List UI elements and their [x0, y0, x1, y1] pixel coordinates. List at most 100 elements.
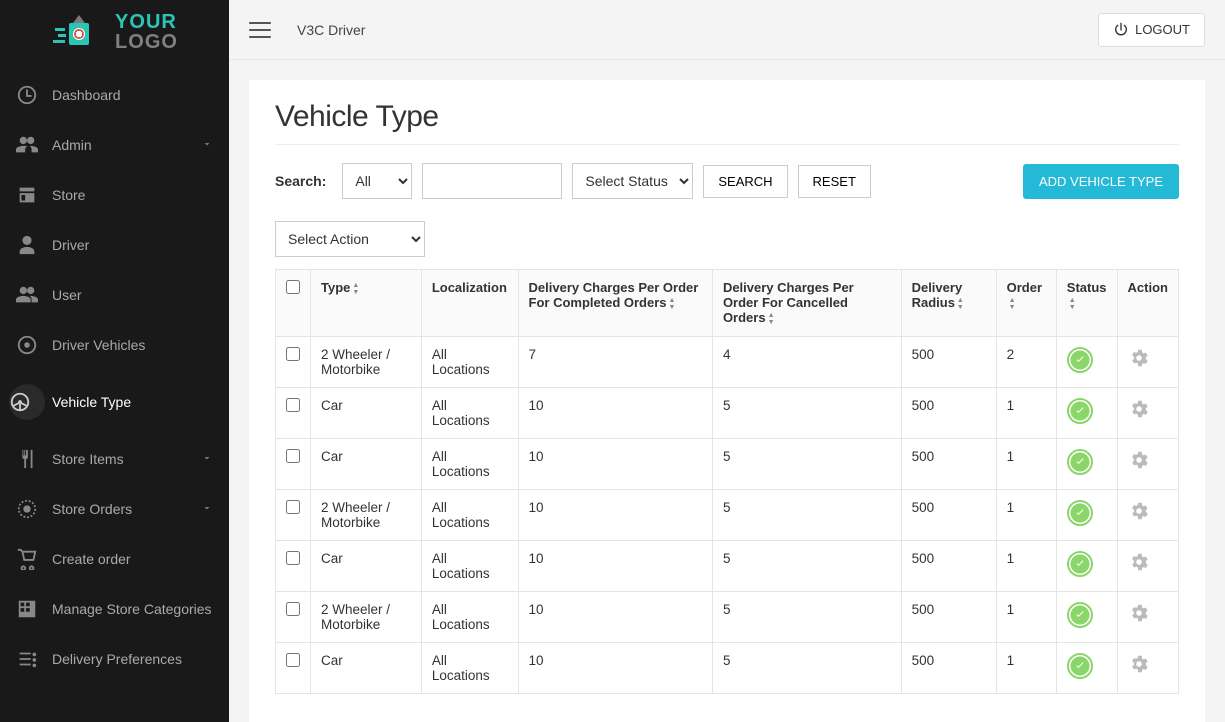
- power-icon: [1113, 22, 1129, 38]
- cell-radius: 500: [901, 489, 996, 540]
- sort-icon: [1069, 297, 1076, 311]
- sidebar-item-label: Store: [52, 187, 85, 203]
- filter-field-select[interactable]: All: [342, 163, 412, 199]
- cell-cancelled: 5: [712, 591, 901, 642]
- cell-radius: 500: [901, 387, 996, 438]
- status-active-icon[interactable]: [1067, 500, 1093, 526]
- th-completed[interactable]: Delivery Charges Per Order For Completed…: [518, 270, 712, 337]
- chevron-down-icon: [201, 137, 213, 153]
- cell-radius: 500: [901, 591, 996, 642]
- row-checkbox[interactable]: [286, 398, 300, 412]
- cell-action: [1117, 591, 1178, 642]
- cell-completed: 10: [518, 489, 712, 540]
- sort-icon: [669, 297, 676, 311]
- cell-status: [1056, 540, 1117, 591]
- preferences-icon: [16, 648, 38, 670]
- table-row: 2 Wheeler / Motorbike All Locations 10 5…: [276, 489, 1179, 540]
- gear-icon[interactable]: [1128, 347, 1150, 369]
- table-row: 2 Wheeler / Motorbike All Locations 10 5…: [276, 591, 1179, 642]
- admin-icon: [16, 134, 38, 156]
- status-active-icon[interactable]: [1067, 347, 1093, 373]
- cell-action: [1117, 336, 1178, 387]
- row-checkbox[interactable]: [286, 449, 300, 463]
- status-active-icon[interactable]: [1067, 551, 1093, 577]
- row-checkbox[interactable]: [286, 347, 300, 361]
- cell-status: [1056, 438, 1117, 489]
- sidebar-item-dashboard[interactable]: Dashboard: [0, 70, 229, 120]
- cell-completed: 10: [518, 540, 712, 591]
- cell-completed: 10: [518, 591, 712, 642]
- cell-order: 1: [996, 591, 1056, 642]
- gear-icon[interactable]: [1128, 551, 1150, 573]
- logout-label: LOGOUT: [1135, 22, 1190, 37]
- cell-type: 2 Wheeler / Motorbike: [311, 591, 422, 642]
- driver-icon: [16, 234, 38, 256]
- sidebar-item-manage-categories[interactable]: Manage Store Categories: [0, 584, 229, 634]
- select-all-checkbox[interactable]: [286, 280, 300, 294]
- filter-row: Search: All Select Status SEARCH RESET A…: [275, 163, 1179, 199]
- cell-order: 1: [996, 540, 1056, 591]
- search-label: Search:: [275, 173, 326, 189]
- th-radius[interactable]: Delivery Radius: [901, 270, 996, 337]
- menu-toggle-icon[interactable]: [249, 22, 271, 38]
- sidebar-item-store[interactable]: Store: [0, 170, 229, 220]
- sidebar-item-admin[interactable]: Admin: [0, 120, 229, 170]
- page-title: Vehicle Type: [275, 100, 1179, 134]
- cell-cancelled: 5: [712, 642, 901, 693]
- sidebar-item-label: Store Orders: [52, 501, 132, 517]
- sidebar-item-store-items[interactable]: Store Items: [0, 434, 229, 484]
- cell-order: 2: [996, 336, 1056, 387]
- store-icon: [16, 184, 38, 206]
- search-button[interactable]: SEARCH: [703, 165, 787, 198]
- filter-status-select[interactable]: Select Status: [572, 163, 693, 199]
- sidebar-item-label: Admin: [52, 137, 92, 153]
- reset-button[interactable]: RESET: [798, 165, 871, 198]
- row-checkbox[interactable]: [286, 551, 300, 565]
- cell-status: [1056, 489, 1117, 540]
- cell-completed: 10: [518, 642, 712, 693]
- logo: YOUR LOGO: [0, 0, 229, 70]
- sidebar-item-driver-vehicles[interactable]: Driver Vehicles: [0, 320, 229, 370]
- content: Vehicle Type Search: All Select Status S…: [249, 80, 1205, 722]
- breadcrumb: V3C Driver: [297, 22, 365, 38]
- status-active-icon[interactable]: [1067, 398, 1093, 424]
- categories-icon: [16, 598, 38, 620]
- row-checkbox[interactable]: [286, 602, 300, 616]
- bulk-action-select[interactable]: Select Action: [275, 221, 425, 257]
- th-cancelled[interactable]: Delivery Charges Per Order For Cancelled…: [712, 270, 901, 337]
- row-checkbox[interactable]: [286, 653, 300, 667]
- sidebar-item-label: Driver Vehicles: [52, 337, 145, 353]
- row-checkbox[interactable]: [286, 500, 300, 514]
- cell-radius: 500: [901, 336, 996, 387]
- sidebar-item-driver[interactable]: Driver: [0, 220, 229, 270]
- cell-order: 1: [996, 489, 1056, 540]
- status-active-icon[interactable]: [1067, 449, 1093, 475]
- cell-cancelled: 5: [712, 489, 901, 540]
- gear-icon[interactable]: [1128, 500, 1150, 522]
- sidebar-item-delivery-preferences[interactable]: Delivery Preferences: [0, 634, 229, 684]
- add-vehicle-type-button[interactable]: ADD VEHICLE TYPE: [1023, 164, 1179, 199]
- gear-icon[interactable]: [1128, 602, 1150, 624]
- gear-icon[interactable]: [1128, 653, 1150, 675]
- sidebar-item-store-orders[interactable]: Store Orders: [0, 484, 229, 534]
- gear-icon[interactable]: [1128, 449, 1150, 471]
- th-type[interactable]: Type: [311, 270, 422, 337]
- status-active-icon[interactable]: [1067, 653, 1093, 679]
- logout-button[interactable]: LOGOUT: [1098, 13, 1205, 47]
- sidebar-item-user[interactable]: User: [0, 270, 229, 320]
- sidebar-item-vehicle-type[interactable]: Vehicle Type: [0, 370, 229, 434]
- th-status[interactable]: Status: [1056, 270, 1117, 337]
- sidebar: YOUR LOGO Dashboard Admin Store Driver: [0, 0, 229, 722]
- sidebar-item-create-order[interactable]: Create order: [0, 534, 229, 584]
- gear-icon[interactable]: [1128, 398, 1150, 420]
- table-row: Car All Locations 10 5 500 1: [276, 387, 1179, 438]
- th-order[interactable]: Order: [996, 270, 1056, 337]
- cell-order: 1: [996, 438, 1056, 489]
- search-input[interactable]: [422, 163, 562, 199]
- cell-completed: 10: [518, 438, 712, 489]
- cell-type: 2 Wheeler / Motorbike: [311, 489, 422, 540]
- status-active-icon[interactable]: [1067, 602, 1093, 628]
- dashboard-icon: [16, 84, 38, 106]
- cell-order: 1: [996, 642, 1056, 693]
- sidebar-item-label: Create order: [52, 551, 131, 567]
